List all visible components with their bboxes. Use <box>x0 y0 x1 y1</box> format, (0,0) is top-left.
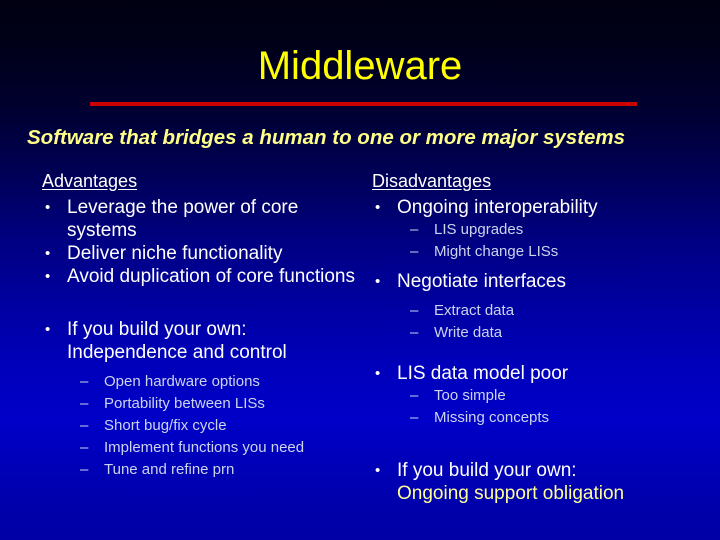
sub-list-item-text: Portability between LISs <box>104 395 265 412</box>
bullet-marker-icon: • <box>375 365 381 382</box>
sub-list-item-text: Implement functions you need <box>104 439 305 456</box>
sub-list-item: – Implement functions you need <box>42 437 362 459</box>
list-item-text: Negotiate interfaces <box>397 271 566 292</box>
disadvantages-column: Disadvantages • Ongoing interoperability… <box>372 170 702 505</box>
list-item-text: LIS data model poor <box>397 363 569 384</box>
advantages-heading: Advantages <box>42 171 138 191</box>
list-item-text: Ongoing interoperability <box>397 197 598 218</box>
sub-list-item-text: Missing concepts <box>434 409 550 426</box>
sub-list-item: – Tune and refine prn <box>42 459 362 481</box>
advantages-column: Advantages • Leverage the power of core … <box>42 170 362 481</box>
dash-marker-icon: – <box>410 221 419 238</box>
bullet-marker-icon: • <box>375 273 381 290</box>
dash-marker-icon: – <box>410 409 419 426</box>
sub-list-item-text: Might change LISs <box>434 243 559 260</box>
dash-marker-icon: – <box>80 439 89 456</box>
dash-marker-icon: – <box>80 373 89 390</box>
list-item: • Leverage the power of core systems <box>42 196 362 242</box>
sub-list-item: – Might change LISs <box>372 241 702 263</box>
list-item-text: Leverage the power of core systems <box>67 197 299 241</box>
bullet-marker-icon: • <box>375 199 381 216</box>
sub-list-item-text: Tune and refine prn <box>104 461 235 478</box>
list-item-text: Avoid duplication of core functions <box>67 266 355 287</box>
sub-list-item: – Open hardware options <box>42 371 362 393</box>
list-item: • Negotiate interfaces <box>372 270 702 293</box>
bullet-marker-icon: • <box>45 321 51 338</box>
slide-title: Middleware <box>257 44 463 88</box>
list-item-text-line2: Ongoing support obligation <box>397 483 625 504</box>
sub-list-item-text: LIS upgrades <box>434 221 524 238</box>
bullet-marker-icon: • <box>45 268 51 285</box>
sub-list-item: – Write data <box>372 322 702 344</box>
sub-list-item: – Portability between LISs <box>42 393 362 415</box>
sub-list-item-text: Write data <box>434 324 503 341</box>
sub-list-item: – Too simple <box>372 385 702 407</box>
list-item-build-your-own: • If you build your own: Independence an… <box>42 318 362 364</box>
sub-list-item-text: Too simple <box>434 387 506 404</box>
dash-marker-icon: – <box>80 417 89 434</box>
title-divider-rule <box>90 102 637 106</box>
sub-list-item: – Missing concepts <box>372 407 702 429</box>
dash-marker-icon: – <box>410 324 419 341</box>
bullet-marker-icon: • <box>375 462 381 479</box>
dash-marker-icon: – <box>410 387 419 404</box>
list-item: • Ongoing interoperability <box>372 196 702 219</box>
presentation-slide: Middleware Software that bridges a human… <box>0 0 720 540</box>
sub-list-item-text: Short bug/fix cycle <box>104 417 227 434</box>
dash-marker-icon: – <box>410 302 419 319</box>
slide-subtitle: Software that bridges a human to one or … <box>27 126 626 149</box>
disadvantages-heading: Disadvantages <box>372 171 492 191</box>
list-item-text-line2: Independence and control <box>67 342 287 363</box>
list-item-text: If you build your own: <box>67 319 247 340</box>
list-item: • Avoid duplication of core functions <box>42 265 362 288</box>
sub-list-item: – Short bug/fix cycle <box>42 415 362 437</box>
sub-list-item-text: Extract data <box>434 302 515 319</box>
sub-list-item: – LIS upgrades <box>372 219 702 241</box>
sub-list-item-text: Open hardware options <box>104 373 260 390</box>
list-item-text: If you build your own: <box>397 460 577 481</box>
list-item: • Deliver niche functionality <box>42 242 362 265</box>
bullet-marker-icon: • <box>45 245 51 262</box>
list-item: • LIS data model poor <box>372 362 702 385</box>
bullet-marker-icon: • <box>45 199 51 216</box>
dash-marker-icon: – <box>410 243 419 260</box>
sub-list-item: – Extract data <box>372 300 702 322</box>
dash-marker-icon: – <box>80 395 89 412</box>
list-item-build-your-own: • If you build your own: Ongoing support… <box>372 459 702 505</box>
dash-marker-icon: – <box>80 461 89 478</box>
list-item-text: Deliver niche functionality <box>67 243 283 264</box>
